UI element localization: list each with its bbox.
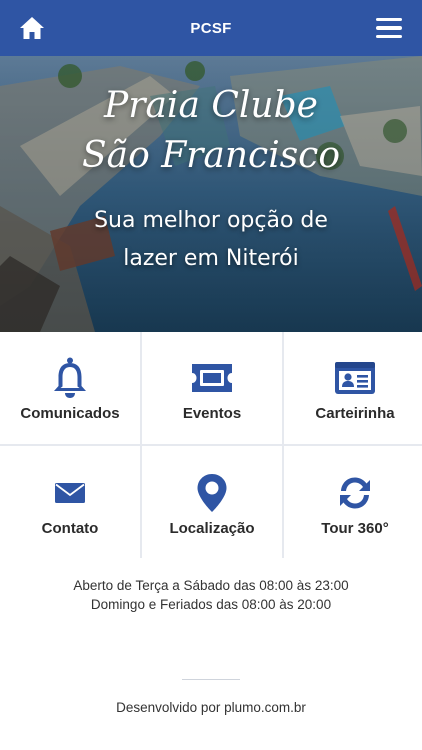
localizacao-label: Localização	[169, 519, 255, 537]
ticket-icon	[192, 363, 232, 392]
hero-title-line1: Praia Clube	[104, 85, 318, 126]
comunicados-button[interactable]: Comunicados	[0, 332, 140, 444]
hamburger-menu-icon	[376, 17, 402, 22]
contato-label: Contato	[41, 519, 99, 537]
envelope-icon	[55, 482, 85, 503]
home-icon	[20, 17, 44, 39]
eventos-label: Eventos	[182, 404, 242, 422]
bell-icon	[54, 357, 86, 398]
hero-subtitle-line1: Sua melhor opção de	[94, 208, 328, 233]
contato-button[interactable]: Contato	[0, 446, 140, 560]
app-title: PCSF	[190, 19, 232, 37]
home-button[interactable]	[18, 14, 46, 42]
hours-line1: Aberto de Terça a Sábado das 08:00 às 23…	[73, 578, 349, 593]
hero-banner: Praia Clube São Francisco Sua melhor opç…	[0, 56, 422, 332]
comunicados-label: Comunicados	[20, 404, 120, 422]
tour-360-button[interactable]: Tour 360°	[284, 446, 422, 560]
map-pin-icon	[197, 473, 227, 512]
hero-subtitle-line2: lazer em Niterói	[123, 246, 299, 271]
carteirinha-button[interactable]: Carteirinha	[284, 332, 422, 444]
localizacao-button[interactable]: Localização	[142, 446, 282, 560]
rotate-arrows-icon	[340, 477, 370, 508]
carteirinha-label: Carteirinha	[315, 404, 395, 422]
menu-button[interactable]	[376, 14, 406, 42]
id-card-icon	[335, 361, 375, 394]
hours-line2: Domingo e Feriados das 08:00 às 20:00	[90, 597, 332, 612]
eventos-button[interactable]: Eventos	[142, 332, 282, 444]
developer-credit[interactable]: Desenvolvido por plumo.com.br	[0, 700, 422, 715]
hero-title-line2: São Francisco	[81, 135, 341, 176]
divider	[182, 679, 240, 680]
tour-360-label: Tour 360°	[321, 519, 389, 537]
opening-hours: Aberto de Terça a Sábado das 08:00 às 23…	[0, 576, 422, 614]
menu-grid: Comunicados Eventos Carteirinha Contato …	[0, 332, 422, 560]
top-app-bar: PCSF	[0, 0, 422, 56]
